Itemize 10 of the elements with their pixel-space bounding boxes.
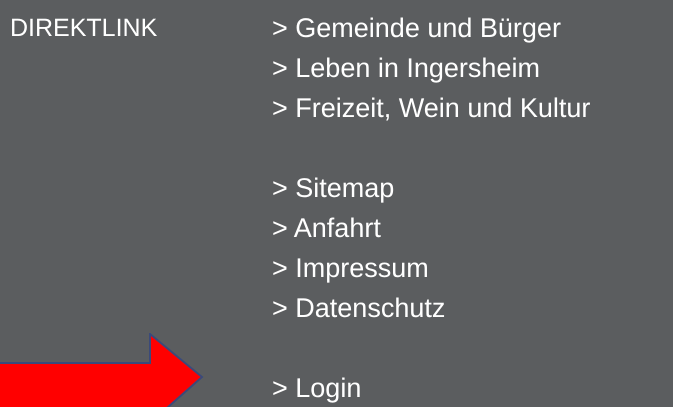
nav-link[interactable]: > Sitemap: [272, 168, 590, 208]
arrow-icon: [0, 333, 206, 407]
nav-link[interactable]: > Impressum: [272, 248, 590, 288]
nav-link[interactable]: > Leben in Ingersheim: [272, 48, 590, 88]
nav-link[interactable]: > Gemeinde und Bürger: [272, 8, 590, 48]
nav-link[interactable]: > Login: [272, 368, 590, 407]
nav-link[interactable]: > Anfahrt: [272, 208, 590, 248]
section-heading: DIREKTLINK: [9, 13, 158, 44]
nav-link[interactable]: > Freizeit, Wein und Kultur: [272, 88, 590, 128]
nav-link[interactable]: > Datenschutz: [272, 288, 590, 328]
